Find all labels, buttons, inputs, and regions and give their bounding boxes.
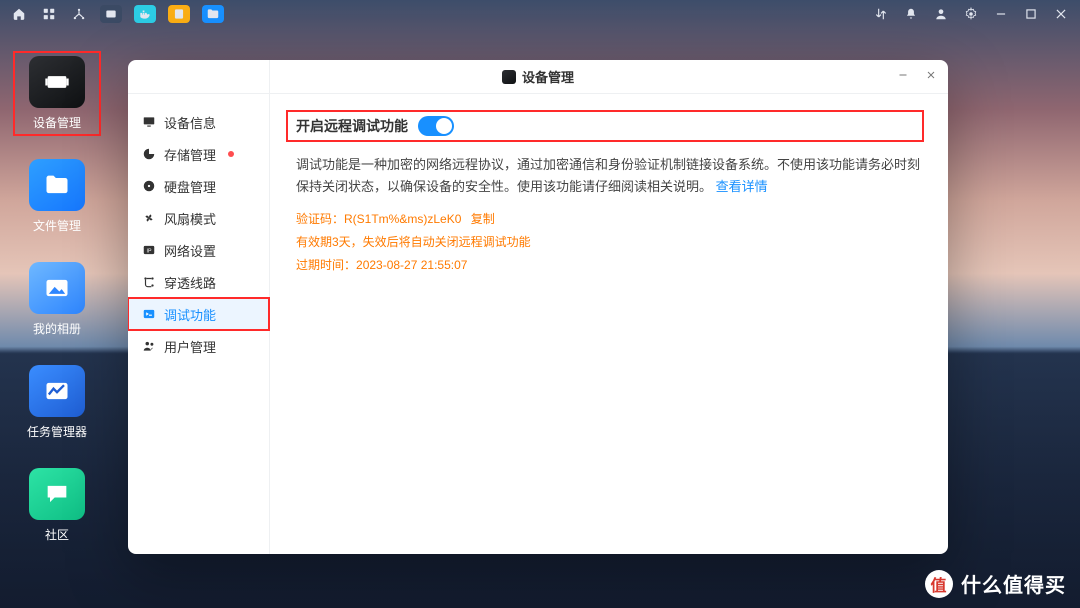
apps-icon[interactable] [40,5,58,23]
view-details-link[interactable]: 查看详情 [716,179,768,194]
sidebar-item-tunnel[interactable]: 穿透线路 [128,266,269,298]
sidebar-item-label: 存储管理 [164,145,216,164]
sidebar-item-label: 设备信息 [164,113,216,132]
watermark: 值 什么值得买 [925,569,1066,598]
sidebar-item-label: 用户管理 [164,337,216,356]
desktop-app-device-manager[interactable]: 设备管理 [18,56,96,131]
sidebar-item-fan[interactable]: 风扇模式 [128,202,269,234]
monitor-icon [142,115,156,129]
remote-debug-toggle[interactable] [418,116,454,136]
copy-code-button[interactable]: 复制 [471,212,495,226]
taskbar-app-notes[interactable] [168,5,190,23]
home-icon[interactable] [10,5,28,23]
device-manager-window: 设备管理 设备信息 存储管理 硬盘管理 风扇模式 [128,60,948,554]
route-icon [142,275,156,289]
transfer-icon[interactable] [872,5,890,23]
validity-row: 有效期3天，失效后将自动关闭远程调试功能 [296,231,922,254]
users-icon [142,339,156,353]
sidebar-item-storage[interactable]: 存储管理 [128,138,269,170]
window-close-button[interactable] [924,68,938,82]
desktop-app-label: 我的相册 [33,320,81,337]
debug-code-row: 验证码：R(S1Tm%&ms)zLeK0 复制 [296,208,922,231]
desktop-app-file-manager[interactable]: 文件管理 [18,159,96,234]
sidebar-item-label: 调试功能 [164,305,216,324]
remote-debug-description: 调试功能是一种加密的网络远程协议，通过加密通信和身份验证机制链接设备系统。不使用… [296,154,922,198]
ip-icon: IP [142,243,156,257]
desktop-dock: 设备管理 文件管理 我的相册 任务管理器 社区 [18,56,96,543]
disk-icon [142,179,156,193]
window-title: 设备管理 [522,67,574,86]
desktop-app-label: 任务管理器 [27,423,87,440]
tree-icon[interactable] [70,5,88,23]
sidebar-item-label: 风扇模式 [164,209,216,228]
window-minimize-icon[interactable] [992,5,1010,23]
desktop-app-community[interactable]: 社区 [18,468,96,543]
desktop-root: 设备管理 文件管理 我的相册 任务管理器 社区 设备管理 [0,0,1080,608]
desktop-app-album[interactable]: 我的相册 [18,262,96,337]
sidebar-item-label: 硬盘管理 [164,177,216,196]
desktop-app-task-manager[interactable]: 任务管理器 [18,365,96,440]
sidebar-item-device-info[interactable]: 设备信息 [128,106,269,138]
taskbar-app-files[interactable] [202,5,224,23]
desktop-app-label: 文件管理 [33,217,81,234]
window-app-icon [502,70,516,84]
window-close-icon[interactable] [1052,5,1070,23]
expire-value: 2023-08-27 21:55:07 [356,258,467,272]
code-value: R(S1Tm%&ms)zLeK0 [344,212,461,226]
content-pane: 开启远程调试功能 调试功能是一种加密的网络远程协议，通过加密通信和身份验证机制链… [270,60,948,554]
settings-icon[interactable] [962,5,980,23]
alert-dot-icon [228,151,234,157]
sidebar-item-users[interactable]: 用户管理 [128,330,269,362]
window-maximize-icon[interactable] [1022,5,1040,23]
sidebar: 设备信息 存储管理 硬盘管理 风扇模式 IP 网络设置 穿透线路 [128,60,270,554]
pie-icon [142,147,156,161]
taskbar-app-device[interactable] [100,5,122,23]
remote-debug-toggle-row: 开启远程调试功能 [288,112,922,140]
sidebar-item-disk[interactable]: 硬盘管理 [128,170,269,202]
watermark-badge-icon: 值 [925,570,953,598]
remote-debug-label: 开启远程调试功能 [296,116,408,136]
system-topbar [0,0,1080,28]
bell-icon[interactable] [902,5,920,23]
desktop-app-label: 社区 [45,526,69,543]
taskbar-app-docker[interactable] [134,5,156,23]
window-titlebar[interactable]: 设备管理 [128,60,948,94]
expire-row: 过期时间：2023-08-27 21:55:07 [296,254,922,277]
svg-text:IP: IP [147,248,152,254]
desktop-app-label: 设备管理 [33,114,81,131]
fan-icon [142,211,156,225]
sidebar-item-debug[interactable]: 调试功能 [128,298,269,330]
window-minimize-button[interactable] [896,68,910,82]
sidebar-item-network[interactable]: IP 网络设置 [128,234,269,266]
sidebar-item-label: 网络设置 [164,241,216,260]
watermark-text: 什么值得买 [961,569,1066,598]
code-label: 验证码： [296,212,344,226]
sidebar-item-label: 穿透线路 [164,273,216,292]
expire-label: 过期时间： [296,258,356,272]
terminal-icon [142,307,156,321]
user-icon[interactable] [932,5,950,23]
